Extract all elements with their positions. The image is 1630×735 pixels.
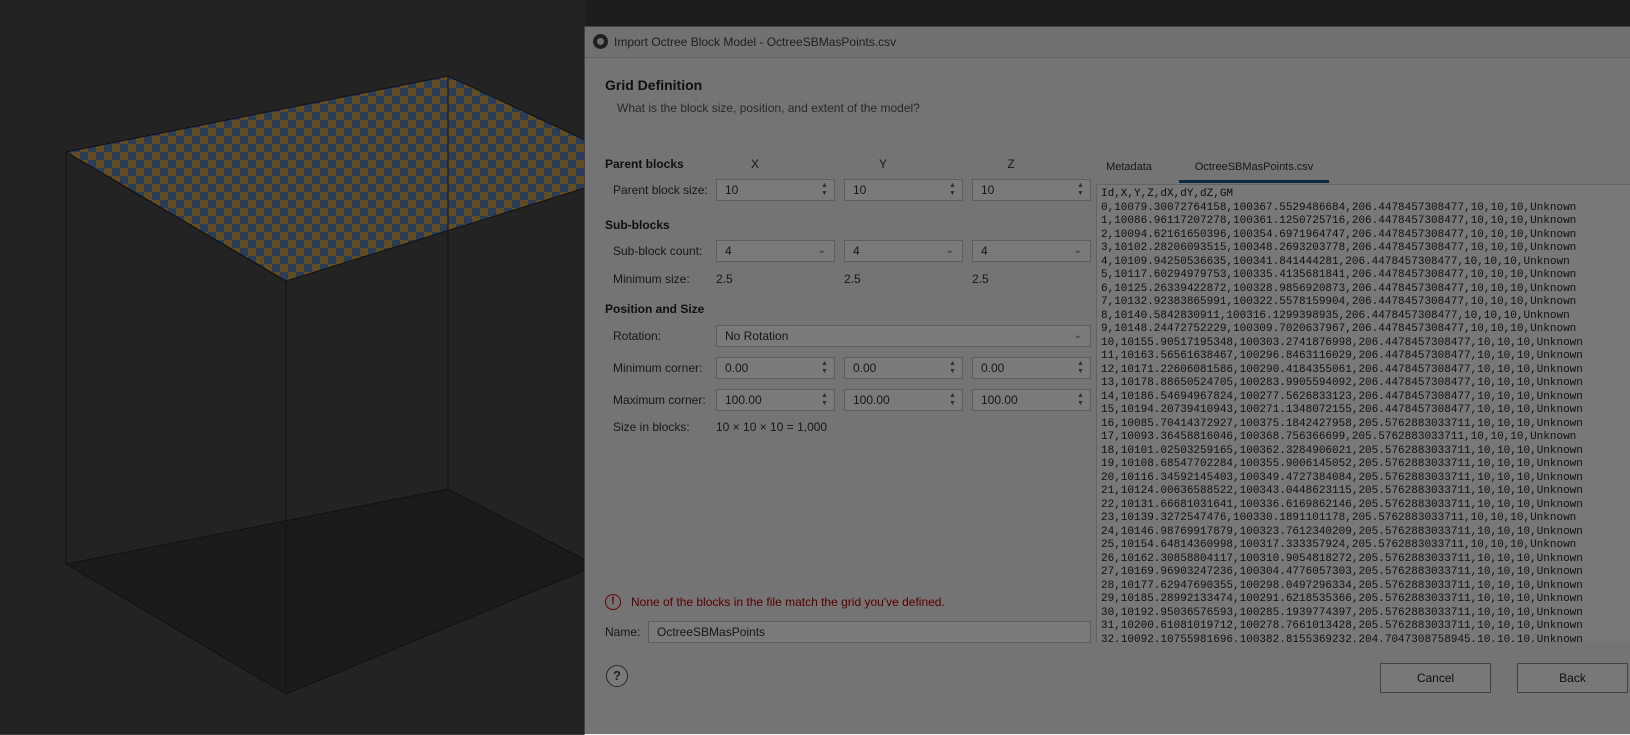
name-input[interactable] [657,625,1076,639]
sub-count-y-value[interactable] [853,244,935,258]
sub-count-x-select[interactable]: ⌄ [716,240,835,262]
position-size-heading: Position and Size [605,302,705,316]
spin-arrows-icon[interactable]: ▲ ▼ [1077,360,1084,376]
parent-size-y-spinner[interactable]: ▲▼ [844,179,963,201]
min-corner-x-input[interactable] [725,361,807,375]
bottom-face [64,488,585,695]
csv-preview-text: Id,X,Y,Z,dX,dY,dZ,GM 0,10079.30072764158… [1101,188,1583,642]
error-circle-icon: ! [605,594,621,610]
chevron-down-icon[interactable]: ⌄ [1074,245,1082,256]
import-dialog: Import Octree Block Model - OctreeSBMasP… [584,26,1630,735]
block-model-scene [64,75,585,695]
dialog-title: Import Octree Block Model - OctreeSBMasP… [614,35,897,49]
max-corner-z-spinner[interactable]: ▲▼ [972,389,1091,411]
spin-arrows-icon[interactable]: ▲ ▼ [949,360,956,376]
back-button[interactable]: Back [1517,663,1628,693]
sub-count-z-select[interactable]: ⌄ [972,240,1091,262]
minimum-size-z: 2.5 [972,272,989,286]
parent-size-y-input[interactable] [853,183,935,197]
spin-arrows-icon[interactable]: ▲ ▼ [821,392,828,408]
tab-csv-file[interactable]: OctreeSBMasPoints.csv [1179,157,1329,183]
spin-arrows-icon[interactable]: ▲ ▼ [1077,392,1084,408]
maximum-corner-label: Maximum corner: [613,393,706,407]
name-field[interactable] [648,621,1091,643]
3d-viewport[interactable] [0,0,585,734]
top-face-grid [64,75,585,282]
rotation-label: Rotation: [613,329,662,343]
help-button[interactable]: ? [606,665,628,687]
max-corner-y-input[interactable] [853,393,935,407]
csv-preview-pane[interactable]: Id,X,Y,Z,dX,dY,dZ,GM 0,10079.30072764158… [1096,184,1630,642]
size-in-blocks-value: 10 × 10 × 10 = 1,000 [716,420,828,434]
name-label: Name: [605,625,641,639]
min-corner-z-spinner[interactable]: ▲▼ [972,357,1091,379]
sub-blocks-heading: Sub-blocks [605,218,670,232]
min-corner-y-input[interactable] [853,361,935,375]
minimum-size-x: 2.5 [716,272,733,286]
max-corner-y-spinner[interactable]: ▲▼ [844,389,963,411]
sub-count-y-select[interactable]: ⌄ [844,240,963,262]
grid-mismatch-warning: None of the blocks in the file match the… [631,595,945,609]
column-z-header: Z [1007,157,1015,171]
parent-size-x-spinner[interactable]: ▲▼ [716,179,835,201]
chevron-down-icon[interactable]: ⌄ [1074,330,1082,341]
parent-size-z-input[interactable] [981,183,1063,197]
minimum-corner-label: Minimum corner: [613,361,703,375]
dialog-titlebar[interactable]: Import Octree Block Model - OctreeSBMasP… [585,27,1630,58]
sub-count-x-value[interactable] [725,244,807,258]
max-corner-x-input[interactable] [725,393,807,407]
min-corner-y-spinner[interactable]: ▲▼ [844,357,963,379]
min-corner-x-spinner[interactable]: ▲▼ [716,357,835,379]
spin-arrows-icon[interactable]: ▲ ▼ [821,360,828,376]
cancel-button[interactable]: Cancel [1380,663,1491,693]
spin-arrows-icon[interactable]: ▲ ▼ [949,392,956,408]
column-x-header: X [750,157,759,171]
spin-arrows-icon[interactable]: ▲ ▼ [1077,182,1084,198]
chevron-down-icon[interactable]: ⌄ [946,245,954,256]
parent-blocks-heading: Parent blocks [605,157,684,171]
rotation-value[interactable] [725,329,987,343]
sub-block-count-label: Sub-block count: [613,244,703,258]
spin-arrows-icon[interactable]: ▲ ▼ [949,182,956,198]
max-corner-x-spinner[interactable]: ▲▼ [716,389,835,411]
spin-arrows-icon[interactable]: ▲ ▼ [821,182,828,198]
size-in-blocks-label: Size in blocks: [613,420,690,434]
column-y-header: Y [878,157,887,171]
page-title: Grid Definition [605,77,703,93]
parent-size-x-input[interactable] [725,183,807,197]
max-corner-z-input[interactable] [981,393,1063,407]
parent-block-size-label: Parent block size: [613,183,708,197]
sub-count-z-value[interactable] [981,244,1063,258]
chevron-down-icon[interactable]: ⌄ [818,245,826,256]
minimum-size-label: Minimum size: [613,272,690,286]
parent-size-z-spinner[interactable]: ▲▼ [972,179,1091,201]
app-logo-icon [593,34,608,49]
page-subtitle: What is the block size, position, and ex… [617,101,920,115]
tab-metadata[interactable]: Metadata [1093,157,1165,180]
minimum-size-y: 2.5 [844,272,861,286]
min-corner-z-input[interactable] [981,361,1063,375]
rotation-select[interactable]: ⌄ [716,325,1091,347]
